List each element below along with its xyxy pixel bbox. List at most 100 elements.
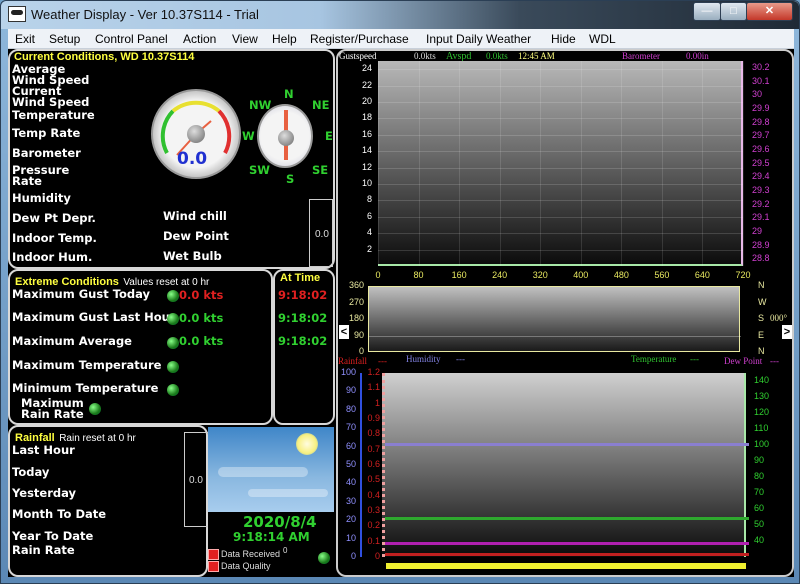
cloud [248, 489, 328, 497]
y-right-tick-label: 29.2 [752, 198, 770, 209]
rain-tick-label: 0.9 [367, 413, 380, 423]
menu-input-daily-weather[interactable]: Input Daily Weather [426, 32, 531, 46]
label-dew-point: Dew Point [163, 229, 229, 243]
grid-line [378, 233, 743, 235]
rain-label-year: Year To Date [12, 529, 94, 543]
grid-line [378, 200, 743, 202]
compass-e: E [325, 129, 333, 143]
rain-tick-label: 1 [374, 397, 380, 408]
chart-scrollbar[interactable] [386, 563, 746, 569]
data-received-count: 0 [283, 546, 288, 555]
menu-help[interactable]: Help [272, 32, 297, 46]
humidity-tick-label: 60 [345, 440, 356, 451]
compass-n: N [284, 87, 294, 101]
grid-line [378, 167, 743, 169]
grid-line [378, 151, 743, 153]
gauge-value: 0.0 [177, 149, 208, 169]
y-tick-label: 14 [361, 145, 372, 156]
label-wind-speed-cur: Wind Speed [12, 95, 90, 109]
menu-exit[interactable]: Exit [15, 32, 35, 46]
y-tick-label: 4 [366, 227, 372, 238]
connection-led [318, 552, 330, 564]
x-tick-label: 560 [654, 270, 670, 280]
title-bar: Weather Display - Ver 10.37S114 - Trial … [1, 1, 799, 29]
menu-hide[interactable]: Hide [551, 32, 576, 46]
rain-label-yesterday: Yesterday [12, 486, 77, 500]
maximize-button[interactable]: □ [720, 2, 747, 21]
temperature-label: Temperature [631, 354, 677, 364]
compass-hub [278, 130, 294, 146]
extreme-value-max-average: 0.0 kts [179, 334, 224, 348]
led-indicator [167, 337, 179, 349]
x-tick-label: 80 [413, 270, 424, 280]
humidity-tick-label: 50 [345, 459, 356, 469]
compass-tick-label: N [758, 280, 765, 290]
data-received-indicator [208, 549, 219, 560]
grid-line [661, 61, 663, 266]
window-title: Weather Display - Ver 10.37S114 - Trial [31, 7, 259, 22]
compass-w: W [242, 129, 255, 143]
temperature-tick-label: 40 [754, 535, 765, 545]
compass-sw: SW [249, 163, 270, 177]
x-tick-label: 240 [492, 270, 508, 280]
menu-setup[interactable]: Setup [49, 32, 80, 46]
compass-nw: NW [249, 98, 272, 112]
grid-line [580, 61, 582, 266]
chart-next-button[interactable]: > [782, 325, 792, 339]
temperature-tick-label: 50 [754, 519, 765, 529]
y-right-tick-label: 29.8 [752, 116, 770, 127]
y-right-tick-label: 29.5 [752, 157, 770, 168]
compass-tick-label: E [758, 329, 765, 340]
charts-panel: Gustspeed 0.0kts Avspd 0.0kts 12:45 AM B… [336, 49, 794, 577]
wind-speed-chart[interactable] [378, 61, 744, 266]
grid-line [378, 134, 743, 136]
humidity-tick-label: 80 [345, 403, 356, 414]
menu-wdl[interactable]: WDL [589, 32, 616, 46]
temp-humidity-chart[interactable] [382, 373, 749, 557]
compass-tick-label: N [758, 346, 765, 356]
grid-line [621, 61, 623, 266]
data-quality-label: Data Quality [221, 561, 271, 571]
minimize-button[interactable]: — [693, 2, 721, 21]
led-indicator [167, 361, 179, 373]
rainfall-panel: Rainfall Rain reset at 0 hr Last Hour To… [8, 425, 208, 577]
y-right-tick-label: 30.2 [752, 61, 770, 72]
menu-action[interactable]: Action [183, 32, 216, 46]
menu-register-purchase[interactable]: Register/Purchase [310, 32, 409, 46]
y-tick-label: 2 [366, 243, 372, 254]
extreme-value-max-gust-hour: 0.0 kts [179, 311, 224, 325]
humidity-value: --- [456, 354, 465, 364]
wind-direction-chart[interactable] [368, 286, 741, 352]
series-line-humidity [385, 442, 749, 446]
status-time: 9:18:14 AM [233, 530, 310, 544]
rain-tick-label: 0.5 [367, 474, 380, 485]
rain-box-value: 0.0 [189, 475, 203, 486]
series-line-rainfall [385, 553, 749, 556]
x-tick-label: 0 [375, 270, 381, 280]
direction-tick-label: 270 [348, 296, 364, 307]
temperature-tick-label: 90 [754, 455, 765, 465]
y-tick-label: 10 [361, 178, 372, 188]
grid-line [702, 61, 704, 266]
grid-line [418, 61, 420, 266]
close-button[interactable]: ✕ [746, 2, 793, 21]
rainfall-value: --- [378, 356, 387, 366]
temperature-tick-label: 120 [754, 407, 770, 417]
avg-value: 0.0kts [486, 51, 508, 61]
menu-view[interactable]: View [232, 32, 258, 46]
label-dew-pt-depr: Dew Pt Depr. [12, 211, 96, 225]
chart-time: 12:45 AM [518, 51, 555, 61]
grid-line [459, 61, 461, 266]
menu-control-panel[interactable]: Control Panel [95, 32, 168, 46]
status-date: 2020/8/4 [243, 513, 317, 531]
x-tick-label: 400 [573, 270, 589, 280]
label-temp-rate: Temp Rate [12, 126, 81, 140]
grid-line [378, 216, 743, 218]
compass-se: SE [312, 163, 329, 177]
rain-tick-label: 0.4 [367, 489, 380, 500]
gauge-hub [187, 125, 205, 143]
y-right-tick-label: 30 [752, 89, 763, 100]
temperature-value: --- [690, 354, 699, 364]
grid-line [743, 61, 744, 266]
x-tick-label: 720 [735, 270, 751, 280]
